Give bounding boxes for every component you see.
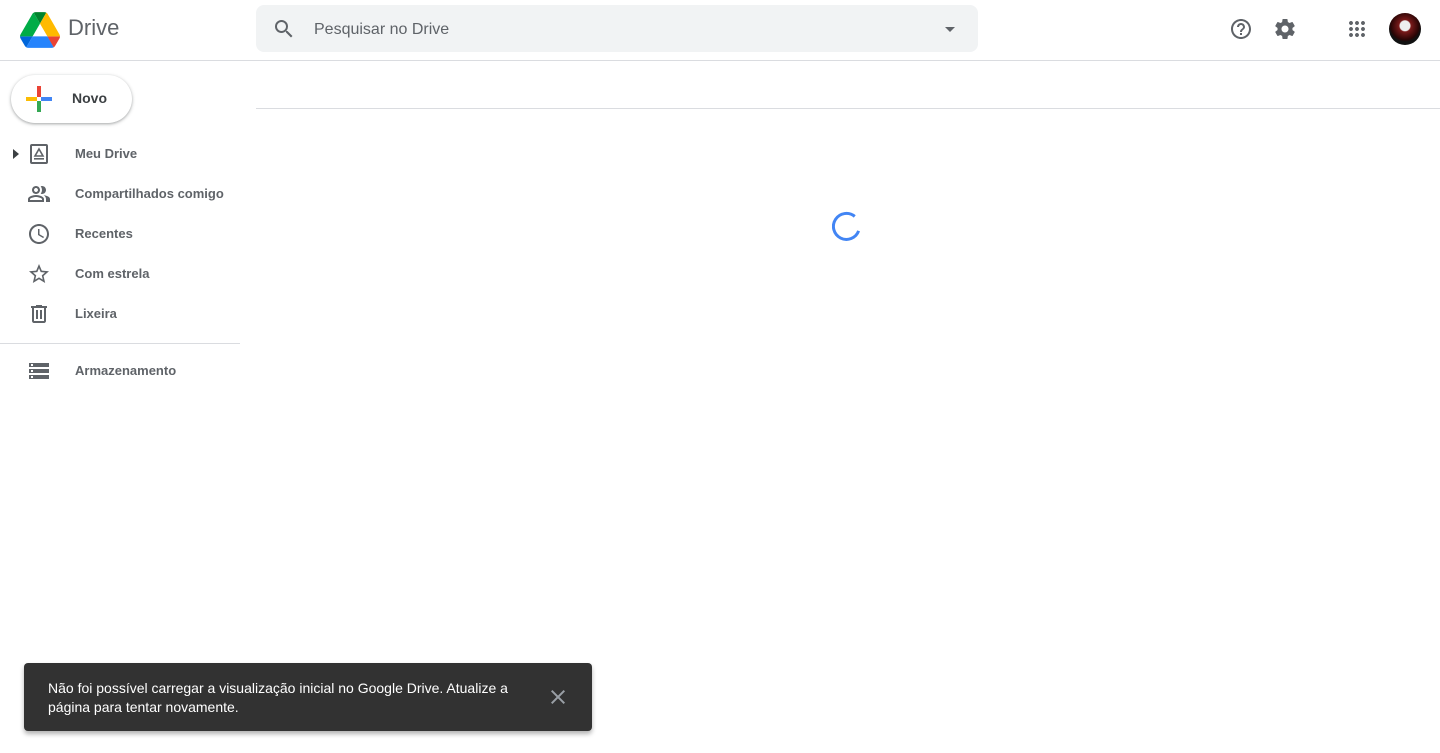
shared-people-icon: [28, 186, 50, 202]
storage-icon: [29, 363, 49, 379]
loading-spinner-icon: [832, 211, 861, 241]
top-bar: Drive: [0, 0, 1440, 61]
content-toolbar-divider: [256, 108, 1440, 109]
help-icon[interactable]: [1229, 17, 1253, 41]
search-bar[interactable]: [256, 5, 978, 54]
search-icon[interactable]: [272, 17, 296, 41]
snackbar-message: Não foi possível carregar a visualização…: [48, 680, 508, 715]
star-icon: [29, 264, 49, 283]
sidebar-item-storage[interactable]: Armazenamento: [0, 351, 240, 391]
new-button[interactable]: Novo: [11, 75, 132, 123]
avatar[interactable]: [1389, 13, 1421, 45]
my-drive-icon: [30, 144, 48, 164]
app-name[interactable]: Drive: [68, 15, 119, 41]
sidebar-item-label: Lixeira: [75, 306, 117, 321]
error-snackbar: Não foi possível carregar a visualização…: [24, 663, 592, 731]
expand-arrow-icon[interactable]: [11, 148, 21, 160]
sidebar-item-label: Com estrela: [75, 266, 150, 281]
search-input[interactable]: [312, 5, 916, 54]
settings-icon[interactable]: [1273, 17, 1297, 41]
sidebar-item-recent[interactable]: Recentes: [0, 214, 240, 254]
sidebar-item-label: Meu Drive: [75, 146, 138, 161]
drive-logo-icon[interactable]: [20, 12, 60, 48]
plus-icon: [26, 86, 52, 112]
sidebar-item-shared[interactable]: Compartilhados comigo: [0, 174, 240, 214]
search-options-icon[interactable]: [938, 17, 962, 41]
sidebar-item-label: Recentes: [75, 226, 133, 241]
new-button-label: Novo: [72, 90, 107, 106]
sidebar-item-label: Armazenamento: [75, 363, 177, 378]
sidebar-item-starred[interactable]: Com estrela: [0, 254, 240, 294]
close-icon[interactable]: [546, 685, 570, 709]
sidebar-item-trash[interactable]: Lixeira: [0, 294, 240, 334]
clock-icon: [29, 224, 49, 244]
sidebar-item-label: Compartilhados comigo: [75, 186, 224, 201]
trash-icon: [31, 305, 47, 323]
sidebar-divider: [0, 343, 240, 344]
apps-icon[interactable]: [1345, 17, 1369, 41]
sidebar-item-my-drive[interactable]: Meu Drive: [0, 134, 240, 174]
